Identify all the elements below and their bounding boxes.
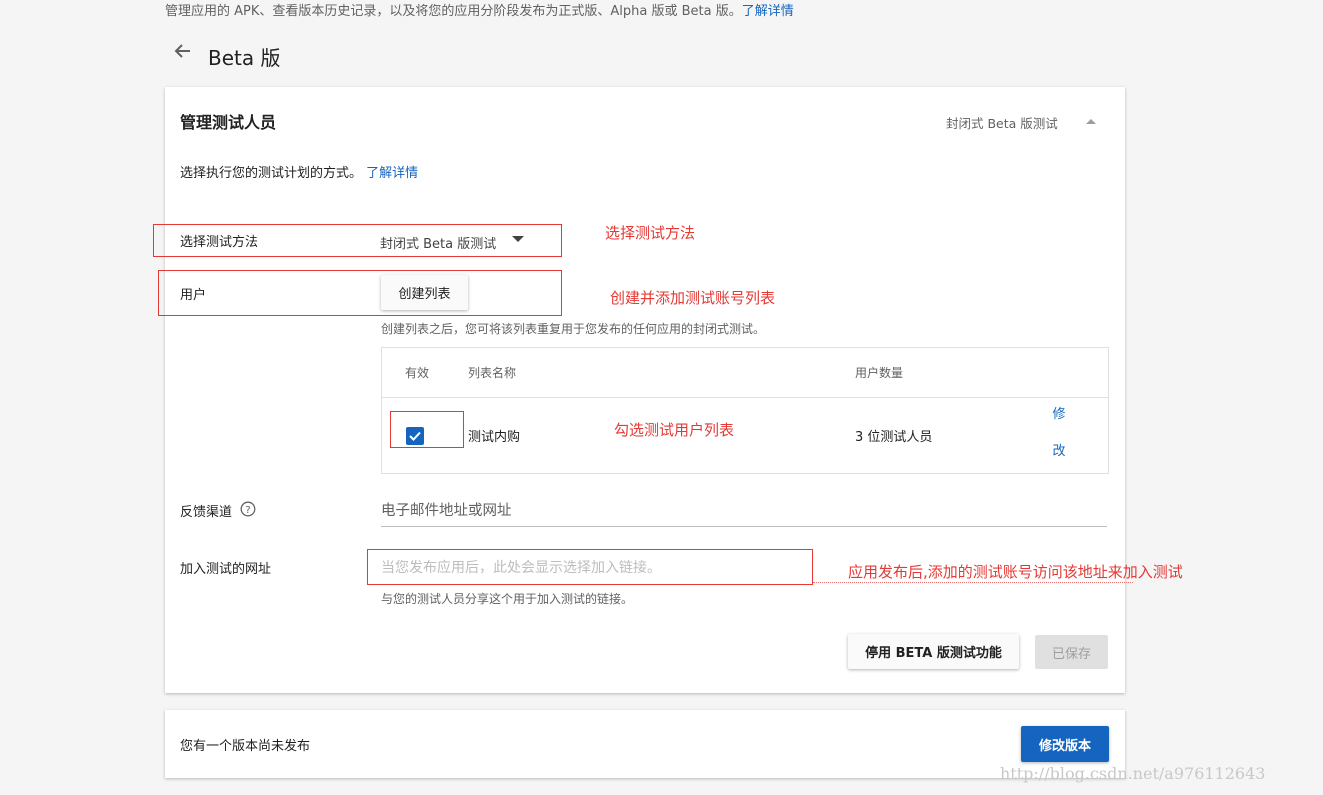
- feedback-label: 反馈渠道: [180, 505, 233, 520]
- unpublished-text: 您有一个版本尚未发布: [180, 739, 311, 754]
- help-icon[interactable]: ?: [240, 501, 256, 517]
- manage-testers-card: 管理测试人员 封闭式 Beta 版测试 选择执行您的测试计划的方式。 了解详情 …: [165, 87, 1125, 693]
- annotation-dotted-line: [813, 582, 1133, 583]
- disable-beta-button[interactable]: 停用 BETA 版测试功能: [848, 634, 1019, 669]
- edit-list-link-char-2: 改: [1052, 444, 1066, 459]
- annotation-choose-method: 选择测试方法: [605, 224, 696, 242]
- saved-button[interactable]: 已保存: [1035, 635, 1108, 669]
- annotation-box-method: [153, 224, 562, 257]
- page-description-text: 管理应用的 APK、查看版本历史记录，以及将您的应用分阶段发布为正式版、Alph…: [165, 4, 742, 19]
- table-divider: [382, 397, 1108, 398]
- edit-release-button[interactable]: 修改版本: [1021, 726, 1109, 762]
- annotation-box-join-url: [367, 549, 813, 585]
- create-list-hint: 创建列表之后，您可将该列表重复用于您发布的任何应用的封闭式测试。: [381, 322, 766, 336]
- collapse-icon[interactable]: [1083, 113, 1099, 129]
- annotation-check-list: 勾选测试用户列表: [614, 421, 735, 439]
- card-title: 管理测试人员: [180, 113, 277, 132]
- feedback-input[interactable]: [381, 496, 1107, 527]
- tester-lists-table: 有效 列表名称 用户数量 测试内购 3 位测试人员 修 改: [381, 347, 1109, 474]
- svg-text:?: ?: [245, 505, 250, 516]
- intro-text-body: 选择执行您的测试计划的方式。: [180, 166, 363, 181]
- testing-type-summary: 封闭式 Beta 版测试: [946, 116, 1058, 131]
- intro-learn-more-link[interactable]: 了解详情: [366, 166, 418, 181]
- annotation-join-url: 应用发布后,添加的测试账号访问该地址来加入测试: [848, 563, 1183, 581]
- watermark: http://blog.csdn.net/a976112643: [1000, 764, 1266, 783]
- page-description: 管理应用的 APK、查看版本历史记录，以及将您的应用分阶段发布为正式版、Alph…: [165, 0, 794, 19]
- learn-more-link[interactable]: 了解详情: [742, 4, 794, 19]
- join-url-hint: 与您的测试人员分享这个用于加入测试的链接。: [381, 592, 634, 606]
- intro-text: 选择执行您的测试计划的方式。 了解详情: [180, 162, 418, 181]
- join-url-label: 加入测试的网址: [180, 562, 272, 577]
- annotation-box-users: [158, 270, 562, 316]
- unpublished-release-card: 您有一个版本尚未发布 修改版本: [165, 710, 1125, 778]
- column-header-user-count: 用户数量: [855, 366, 904, 380]
- back-arrow-icon[interactable]: [172, 40, 194, 62]
- user-count: 3 位测试人员: [855, 430, 933, 445]
- column-header-list-name: 列表名称: [468, 366, 517, 380]
- annotation-box-checkbox: [390, 411, 464, 448]
- list-name: 测试内购: [468, 430, 521, 445]
- annotation-create-list: 创建并添加测试账号列表: [610, 289, 776, 307]
- edit-list-link-char-1: 修: [1052, 407, 1066, 422]
- edit-list-link[interactable]: 修 改: [1049, 396, 1069, 470]
- page-title: Beta 版: [208, 46, 281, 70]
- column-header-active: 有效: [405, 366, 430, 380]
